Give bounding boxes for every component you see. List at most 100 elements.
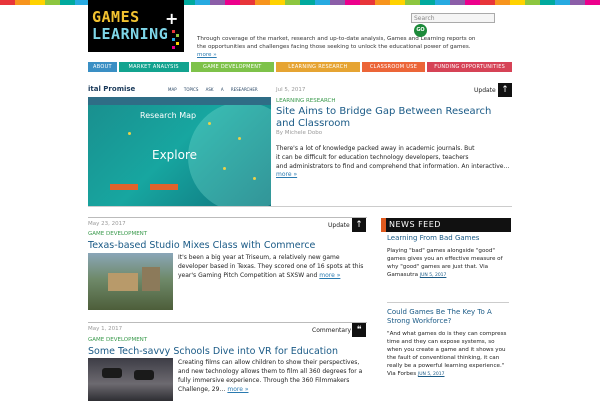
article-date: Jul 5, 2017 (276, 87, 306, 93)
image-research-map-label: Research Map (140, 111, 197, 120)
image-nav-links: MAP TOPICS ASK A RESEARCHER (168, 87, 258, 92)
nav-item-classroom-use[interactable]: CLASSROOM USE (361, 62, 426, 72)
news-feed-item: Could Games Be The Key To A Strong Workf… (387, 308, 509, 379)
feed-item-title[interactable]: Learning From Bad Games (387, 234, 509, 243)
article-more-link[interactable]: more » (227, 386, 248, 393)
search-go-button[interactable]: GO (414, 24, 427, 37)
map-node (253, 177, 256, 180)
article-byline: By Michele Dobo (276, 130, 323, 136)
nav-item-funding-opportunities[interactable]: FUNDING OPPORTUNITIES (427, 62, 512, 72)
logo-pixel (176, 42, 179, 45)
stripe-segment (435, 0, 450, 5)
update-icon: ↑ (352, 218, 366, 232)
stripe-segment (480, 0, 495, 5)
commentary-icon: ❝ (352, 323, 366, 337)
excerpt-line: and administrators to find and comprehen… (276, 163, 510, 170)
logo-line-learning: LEARNING (92, 25, 169, 43)
site-logo[interactable]: GAMES + LEARNING (88, 0, 184, 52)
stripe-segment (555, 0, 570, 5)
excerpt-text: Creating films can allow children to sho… (178, 359, 363, 393)
article-type: Commentary (312, 327, 352, 334)
stripe-segment (225, 0, 240, 5)
divider (387, 302, 509, 303)
stripe-segment (345, 0, 360, 5)
tagline-text: Through coverage of the market, research… (197, 36, 476, 50)
stripe-segment (405, 0, 420, 5)
nav-item-game-development[interactable]: GAME DEVELOPMENT (190, 62, 275, 72)
nav-item-learning-research[interactable]: LEARNING RESEARCH (276, 62, 360, 72)
article-card: May 1, 2017 Commentary ❝ GAME DEVELOPMEN… (88, 322, 367, 401)
stripe-segment (360, 0, 375, 5)
article-thumbnail[interactable] (88, 253, 173, 310)
stripe-segment (240, 0, 255, 5)
feed-item-body: Playing "bad" games alongside "good" gam… (387, 247, 509, 280)
article-date: May 1, 2017 (88, 326, 123, 332)
image-button (110, 184, 138, 190)
thumbnail-building (108, 273, 138, 291)
feed-item-body: "And what games do is they can compress … (387, 330, 509, 379)
image-button (150, 184, 178, 190)
map-node (128, 132, 131, 135)
stripe-segment (375, 0, 390, 5)
feed-item-text: "And what games do is they can compress … (387, 331, 507, 377)
nav-item-market-analysis[interactable]: MARKET ANALYSIS (118, 62, 189, 72)
stripe-segment (30, 0, 45, 5)
stripe-segment (45, 0, 60, 5)
image-explore-label: Explore (152, 148, 198, 162)
article-more-link[interactable]: more » (276, 171, 297, 178)
logo-pixel (172, 38, 175, 41)
map-node (238, 137, 241, 140)
article-category[interactable]: GAME DEVELOPMENT (88, 231, 147, 237)
article-card: May 23, 2017 Update ↑ GAME DEVELOPMENT T… (88, 217, 367, 317)
featured-article: ital Promise MAP TOPICS ASK A RESEARCHER… (88, 82, 512, 207)
featured-image[interactable]: ital Promise MAP TOPICS ASK A RESEARCHER… (88, 82, 271, 206)
search-input[interactable]: Search (411, 13, 495, 23)
vr-headset-shape (102, 368, 122, 378)
stripe-segment (540, 0, 555, 5)
stripe-segment (300, 0, 315, 5)
stripe-segment (450, 0, 465, 5)
map-node (208, 122, 211, 125)
feed-item-title[interactable]: Could Games Be The Key To A Strong Workf… (387, 308, 509, 326)
article-title[interactable]: Site Aims to Bridge Gap Between Research… (276, 106, 510, 130)
stripe-segment (420, 0, 435, 5)
stripe-segment (390, 0, 405, 5)
header-accent (381, 218, 386, 232)
tagline-more-link[interactable]: more » (197, 52, 217, 58)
article-category[interactable]: LEARNING RESEARCH (276, 98, 336, 104)
stripe-segment (210, 0, 225, 5)
article-more-link[interactable]: more » (319, 272, 340, 279)
stripe-segment (0, 0, 15, 5)
stripe-segment (570, 0, 585, 5)
stripe-segment (465, 0, 480, 5)
article-excerpt: There's a lot of knowledge packed away i… (276, 144, 512, 171)
stripe-segment (510, 0, 525, 5)
logo-pixel (176, 34, 179, 37)
news-feed-item: Learning From Bad Games Playing "bad" ga… (387, 234, 509, 280)
article-title[interactable]: Texas-based Studio Mixes Class with Comm… (88, 240, 315, 251)
main-nav: ABOUT MARKET ANALYSIS GAME DEVELOPMENT LEAR… (88, 62, 512, 72)
article-thumbnail[interactable] (88, 358, 173, 401)
feed-item-date[interactable]: JUN 5, 2017 (418, 372, 445, 377)
stripe-segment (270, 0, 285, 5)
map-node (223, 167, 226, 170)
image-site-header: ital Promise MAP TOPICS ASK A RESEARCHER (88, 82, 271, 97)
stripe-segment (15, 0, 30, 5)
image-subbar (88, 97, 271, 105)
excerpt-line: it can be difficult for education techno… (276, 154, 469, 161)
thumbnail-building (142, 267, 160, 291)
update-icon: ↑ (498, 83, 512, 97)
news-feed-header: NEWS FEED (381, 218, 511, 232)
article-category[interactable]: GAME DEVELOPMENT (88, 337, 147, 343)
excerpt-line: There's a lot of knowledge packed away i… (276, 145, 475, 152)
article-excerpt: It's been a big year at Triseum, a relat… (178, 253, 366, 280)
nav-item-about[interactable]: ABOUT (88, 62, 117, 72)
article-date: May 23, 2017 (88, 221, 126, 227)
feed-item-date[interactable]: JUN 5, 2017 (420, 273, 447, 278)
stripe-segment (525, 0, 540, 5)
article-title[interactable]: Some Tech-savvy Schools Dive into VR for… (88, 346, 338, 357)
image-brand: ital Promise (88, 85, 136, 93)
logo-pixel (172, 30, 175, 33)
image-bg-circle (188, 102, 271, 206)
stripe-segment (315, 0, 330, 5)
